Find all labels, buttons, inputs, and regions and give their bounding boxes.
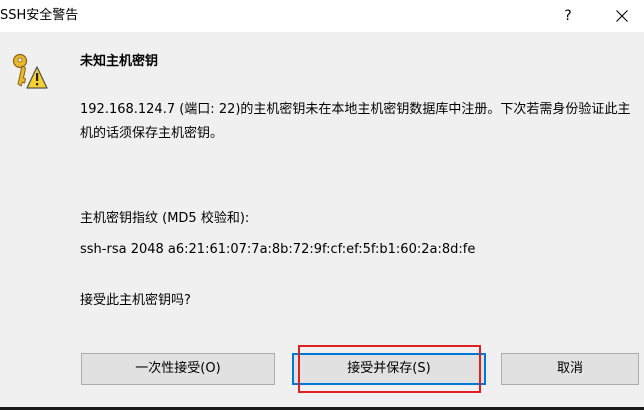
dialog-message: 192.168.124.7 (端口: 22)的主机密钥未在本地主机密钥数据库中注… xyxy=(80,102,631,141)
ssh-security-warning-dialog: SSH安全警告 ? 未知主机密钥 192.168.124.7 (端口: 22)的… xyxy=(0,0,644,410)
title-bar[interactable]: SSH安全警告 ? xyxy=(0,0,644,32)
accept-question: 接受此主机密钥吗? xyxy=(80,293,191,308)
accept-once-button[interactable]: 一次性接受(O) xyxy=(81,353,275,385)
fingerprint-value: ssh-rsa 2048 a6:21:61:07:7a:8b:72:9f:cf:… xyxy=(80,242,476,257)
help-button[interactable]: ? xyxy=(552,0,584,32)
dialog-heading: 未知主机密钥 xyxy=(80,54,159,69)
key-warning-icon xyxy=(12,53,48,89)
close-icon xyxy=(616,10,628,22)
window-title: SSH安全警告 xyxy=(0,8,79,23)
fingerprint-label: 主机密钥指纹 (MD5 校验和): xyxy=(80,211,250,226)
accept-and-save-button[interactable]: 接受并保存(S) xyxy=(292,353,486,385)
close-button[interactable] xyxy=(604,0,640,32)
cancel-button[interactable]: 取消 xyxy=(501,353,639,385)
